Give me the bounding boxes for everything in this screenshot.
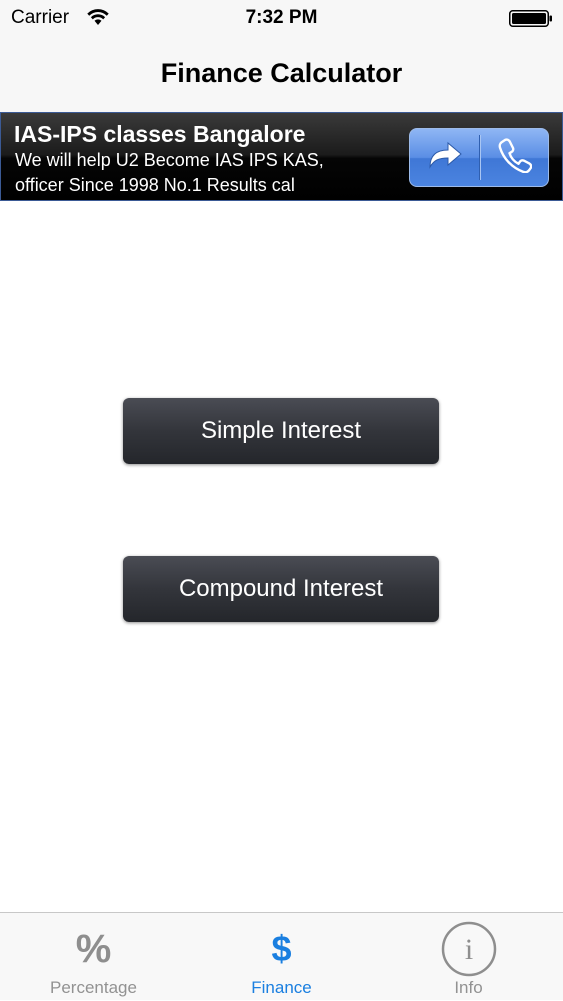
status-bar: Carrier 7:32 PM [0,0,563,38]
info-icon: i [375,921,562,977]
ad-text-line-2: officer Since 1998 No.1 Results cal [15,175,295,195]
status-time: 7:32 PM [245,7,318,28]
share-arrow-icon [427,140,463,175]
percent-icon: % [75,926,112,971]
tab-finance[interactable]: $ Finance [188,913,375,1001]
simple-interest-button[interactable]: Simple Interest [123,398,439,464]
tab-label-finance: Finance [251,978,312,997]
ad-text-line-1: We will help U2 Become IAS IPS KAS, [15,150,324,170]
battery-icon [509,10,553,27]
tab-bar: % Percentage $ Finance i Info [0,912,563,1000]
ad-actions [409,128,549,187]
tab-label-info: Info [454,978,483,997]
dollar-icon: $ [271,928,292,969]
svg-text:i: i [464,933,472,966]
top-chrome: Carrier 7:32 PM Finance Calculator [0,0,563,113]
phone-icon [498,137,533,178]
ad-title: IAS-IPS classes Bangalore [14,121,306,147]
page-title: Finance Calculator [160,58,403,88]
tab-percentage[interactable]: % Percentage [0,913,187,1001]
ad-forward-button[interactable] [410,129,480,186]
ad-banner[interactable]: IAS-IPS classes Bangalore We will help U… [0,112,563,201]
ad-call-button[interactable] [480,129,548,186]
tab-label-percentage: Percentage [50,978,137,997]
compound-interest-button[interactable]: Compound Interest [123,556,439,622]
tab-info[interactable]: i Info [375,913,562,1001]
